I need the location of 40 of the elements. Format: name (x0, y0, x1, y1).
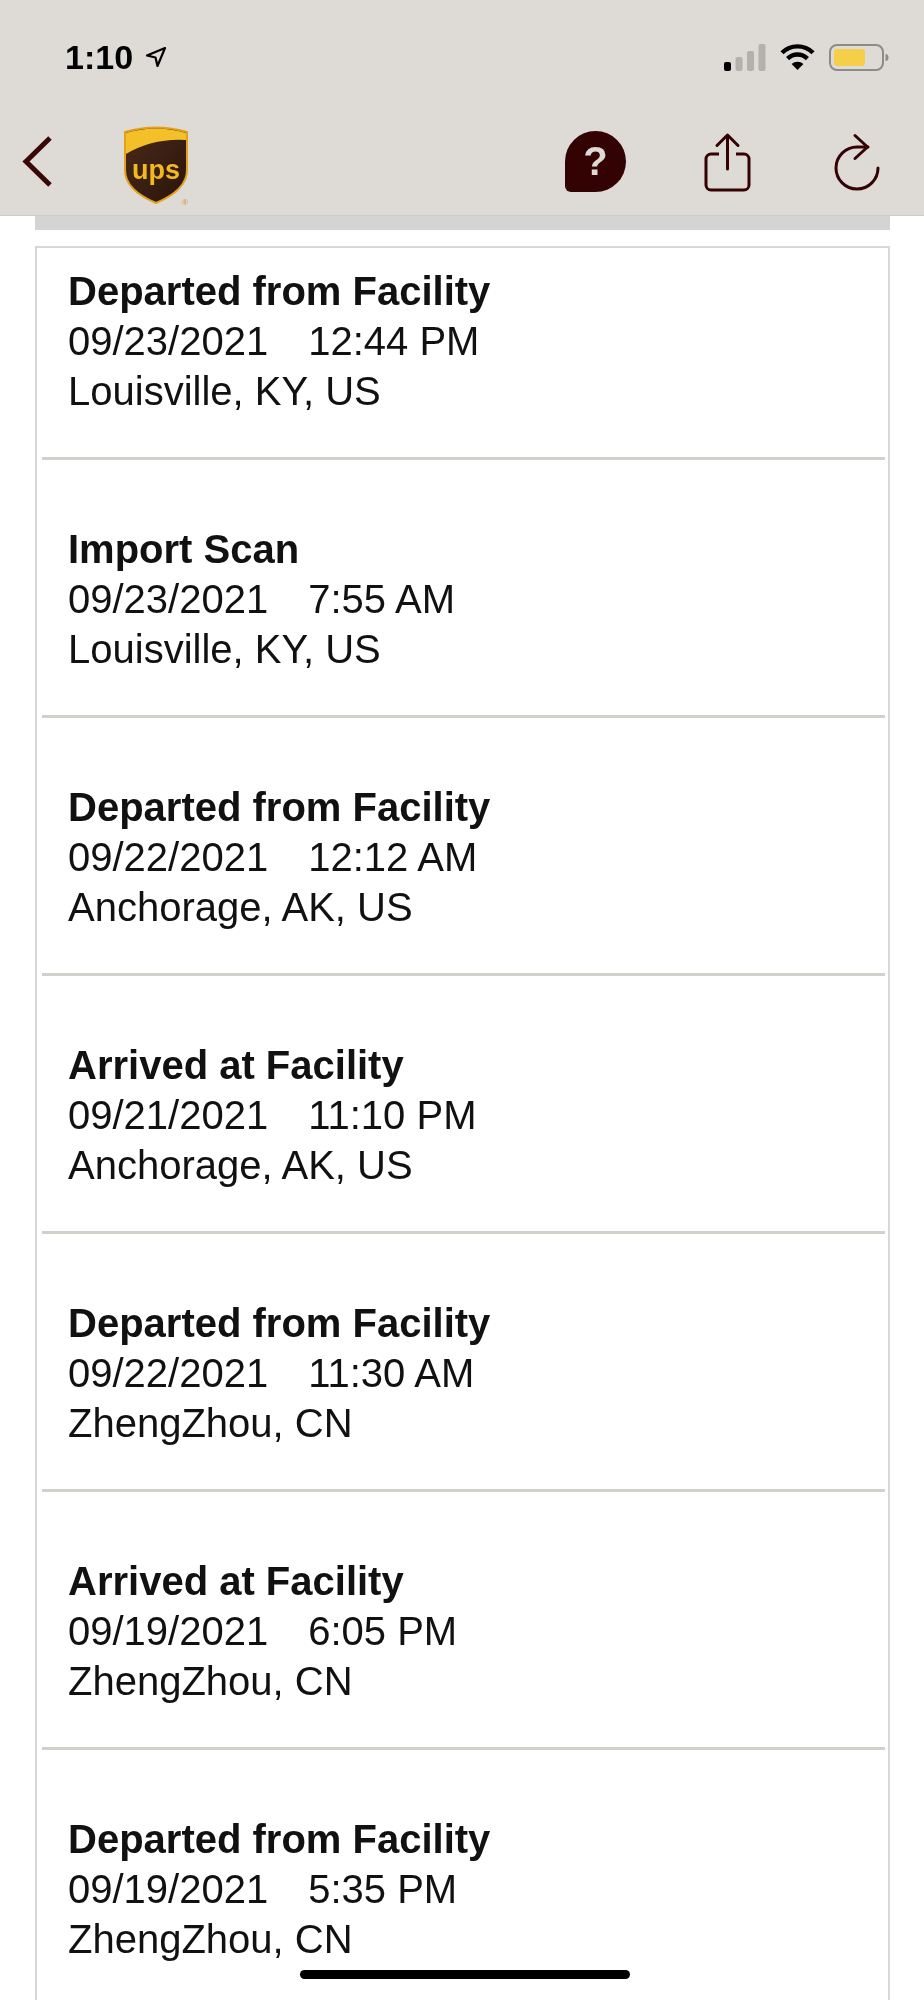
status-time: 1:10 (65, 37, 134, 77)
help-button[interactable]: ? (565, 131, 626, 192)
event-location: Anchorage, AK, US (68, 884, 414, 931)
event-date: 09/23/2021 (68, 576, 269, 623)
chevron-left-icon (22, 135, 53, 188)
back-button[interactable] (22, 135, 53, 188)
event-title: Departed from Facility (68, 1300, 492, 1347)
event-location: Louisville, KY, US (68, 368, 382, 415)
event-time: 6:05 PM (308, 1608, 458, 1655)
event-time: 11:30 AM (308, 1350, 475, 1397)
event-time: 7:55 AM (308, 576, 455, 623)
event-date: 09/21/2021 (68, 1092, 269, 1139)
event-date: 09/23/2021 (68, 318, 269, 365)
share-icon (704, 131, 751, 192)
event-title: Arrived at Facility (68, 1042, 405, 1089)
event-date: 09/22/2021 (68, 1350, 269, 1397)
event-date: 09/22/2021 (68, 834, 269, 881)
refresh-button[interactable] (833, 132, 880, 191)
event-location: ZhengZhou, CN (68, 1658, 354, 1705)
event-location: ZhengZhou, CN (68, 1916, 354, 1963)
event-date: 09/19/2021 (68, 1866, 269, 1913)
event-location: Anchorage, AK, US (68, 1142, 414, 1189)
wifi-icon (779, 43, 816, 71)
event-title: Import Scan (68, 526, 301, 573)
share-button[interactable] (704, 131, 751, 192)
event-time: 5:35 PM (308, 1866, 458, 1913)
battery-icon (829, 43, 889, 71)
location-arrow-icon (144, 45, 169, 69)
event-title: Arrived at Facility (68, 1558, 405, 1605)
event-time: 12:12 AM (308, 834, 478, 881)
event-time: 12:44 PM (308, 318, 480, 365)
event-title: Departed from Facility (68, 1816, 492, 1863)
event-title: Departed from Facility (68, 784, 492, 831)
event-title: Departed from Facility (68, 268, 492, 315)
event-date: 09/19/2021 (68, 1608, 269, 1655)
event-time: 11:10 PM (308, 1092, 477, 1139)
event-location: ZhengZhou, CN (68, 1400, 354, 1447)
refresh-icon (833, 132, 880, 191)
signal-icon (724, 43, 766, 71)
event-location: Louisville, KY, US (68, 626, 382, 673)
